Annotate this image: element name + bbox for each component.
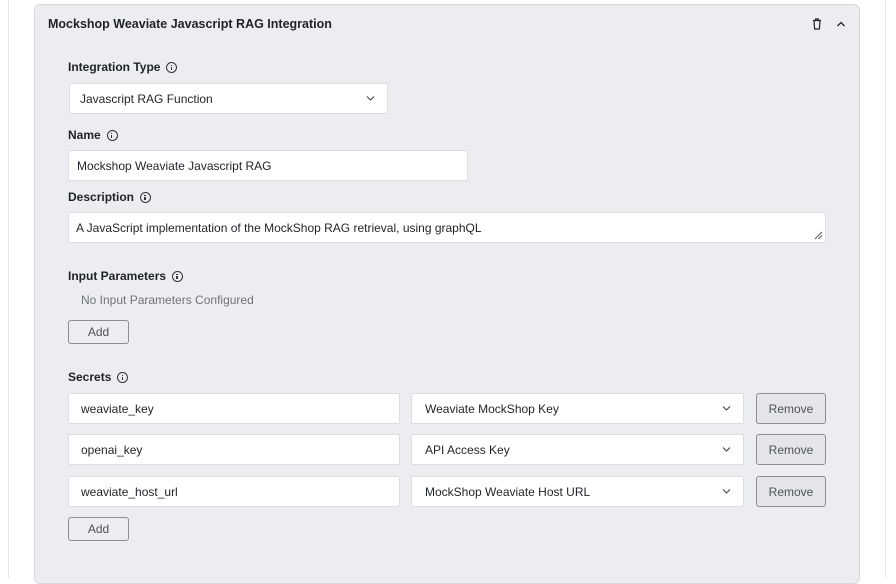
secret-select[interactable]: API Access Key xyxy=(411,434,744,465)
info-icon[interactable] xyxy=(172,270,184,282)
input-parameters-label: Input Parameters xyxy=(68,269,184,283)
description-textarea[interactable]: A JavaScript implementation of the MockS… xyxy=(68,212,826,243)
integration-type-select[interactable]: Javascript RAG Function xyxy=(69,83,388,114)
secret-select[interactable]: MockShop Weaviate Host URL xyxy=(411,476,744,507)
integration-type-label: Integration Type xyxy=(68,60,178,74)
secret-key-input[interactable]: openai_key xyxy=(68,434,400,465)
chevron-down-icon xyxy=(722,405,731,411)
info-icon[interactable] xyxy=(166,61,178,73)
secret-key-input[interactable]: weaviate_key xyxy=(68,393,400,424)
no-input-parameters-text: No Input Parameters Configured xyxy=(81,293,254,307)
remove-secret-button[interactable]: Remove xyxy=(756,476,826,507)
integration-card: Mockshop Weaviate Javascript RAG Integra… xyxy=(34,4,860,584)
chevron-down-icon xyxy=(722,488,731,494)
description-label: Description xyxy=(68,190,152,204)
chevron-down-icon xyxy=(722,446,731,452)
secret-select[interactable]: Weaviate MockShop Key xyxy=(411,393,744,424)
add-secret-button[interactable]: Add xyxy=(68,517,129,541)
chevron-down-icon xyxy=(366,95,375,101)
info-icon[interactable] xyxy=(140,191,152,203)
remove-secret-button[interactable]: Remove xyxy=(756,434,826,465)
name-label: Name xyxy=(68,128,118,142)
resize-handle-icon[interactable] xyxy=(813,230,823,240)
trash-icon[interactable] xyxy=(810,17,824,31)
card-title: Mockshop Weaviate Javascript RAG Integra… xyxy=(48,17,332,31)
secrets-label: Secrets xyxy=(68,370,129,384)
chevron-up-icon[interactable] xyxy=(834,17,848,31)
info-icon[interactable] xyxy=(117,371,129,383)
add-input-parameter-button[interactable]: Add xyxy=(68,320,129,344)
info-icon[interactable] xyxy=(106,129,118,141)
name-input[interactable]: Mockshop Weaviate Javascript RAG xyxy=(68,150,468,181)
remove-secret-button[interactable]: Remove xyxy=(756,393,826,424)
secret-key-input[interactable]: weaviate_host_url xyxy=(68,476,400,507)
